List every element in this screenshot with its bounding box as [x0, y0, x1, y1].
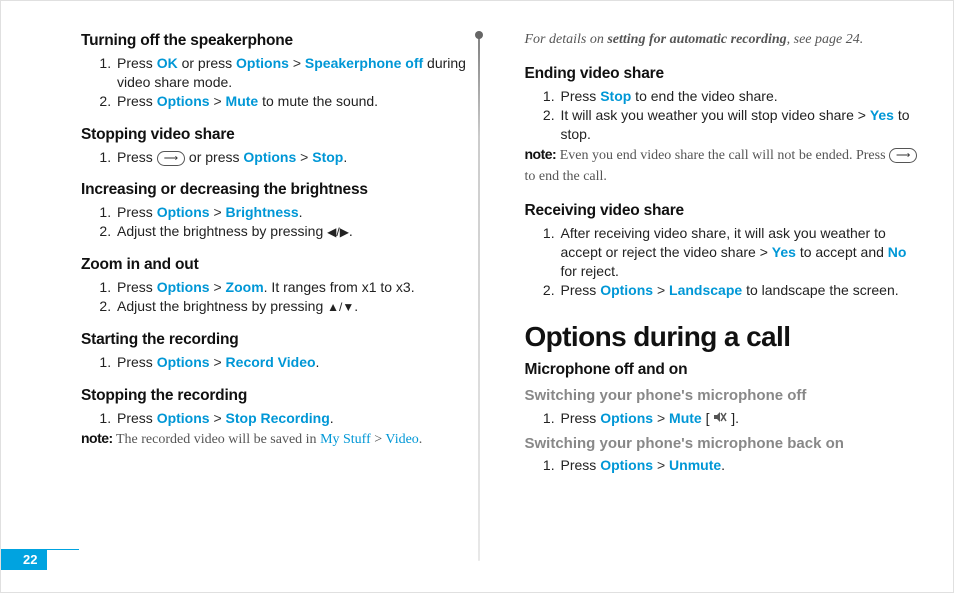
heading-brightness: Increasing or decreasing the brightness — [81, 180, 480, 201]
left-column: Turning off the speakerphone Press OK or… — [81, 31, 480, 477]
left-right-arrows-icon: ◀/▶ — [327, 225, 349, 239]
key-options: Options — [157, 204, 210, 220]
note-label: note: — [525, 146, 557, 162]
step: It will ask you weather you will stop vi… — [559, 106, 924, 144]
key-options: Options — [600, 282, 653, 298]
key-options: Options — [600, 410, 653, 426]
step: Adjust the brightness by pressing ▲/▼. — [115, 297, 480, 316]
key-brightness: Brightness — [226, 204, 299, 220]
note-label: note: — [81, 430, 113, 446]
step: Press Options > Zoom. It ranges from x1 … — [115, 278, 480, 297]
note: note: The recorded video will be saved i… — [81, 429, 480, 450]
column-divider — [478, 31, 480, 561]
step: Press OK or press Options > Speakerphone… — [115, 54, 480, 92]
key-yes: Yes — [772, 244, 796, 260]
end-key-icon: ⟶ — [157, 151, 185, 166]
step: After receiving video share, it will ask… — [559, 224, 924, 281]
key-unmute: Unmute — [669, 457, 721, 473]
key-mute: Mute — [226, 93, 259, 109]
heading-mic-off-on: Microphone off and on — [525, 360, 924, 381]
key-mute: Mute — [669, 410, 702, 426]
key-options: Options — [157, 410, 210, 426]
section-title: Options during a call — [525, 318, 924, 356]
heading-ending-video-share: Ending video share — [525, 64, 924, 85]
key-options: Options — [243, 149, 296, 165]
step: Press Options > Landscape to landscape t… — [559, 281, 924, 300]
cross-ref: For details on setting for automatic rec… — [525, 31, 924, 50]
key-ok: OK — [157, 55, 178, 71]
heading-zoom: Zoom in and out — [81, 255, 480, 276]
heading-stop-video-share: Stopping video share — [81, 125, 480, 146]
key-stop-recording: Stop Recording — [226, 410, 330, 426]
right-column: For details on setting for automatic rec… — [510, 31, 924, 477]
key-no: No — [888, 244, 907, 260]
note: note: Even you end video share the call … — [525, 145, 924, 187]
step: Press Options > Stop Recording. — [115, 409, 480, 428]
step: Press Options > Brightness. — [115, 203, 480, 222]
key-speakerphone-off: Speakerphone off — [305, 55, 423, 71]
step: Press Options > Mute [ ]. — [559, 409, 924, 428]
key-options: Options — [157, 354, 210, 370]
key-stop: Stop — [312, 149, 343, 165]
step: Press Options > Unmute. — [559, 456, 924, 475]
link-video: Video — [385, 432, 418, 447]
subheading-mic-off: Switching your phone's microphone off — [525, 386, 924, 406]
step: Press Options > Record Video. — [115, 353, 480, 372]
heading-start-recording: Starting the recording — [81, 330, 480, 351]
heading-speakerphone-off: Turning off the speakerphone — [81, 31, 480, 52]
mute-icon — [713, 409, 727, 428]
heading-stop-recording: Stopping the recording — [81, 386, 480, 407]
key-options: Options — [157, 93, 210, 109]
key-zoom: Zoom — [226, 279, 264, 295]
key-options: Options — [157, 279, 210, 295]
page-number: 22 — [1, 549, 47, 570]
key-landscape: Landscape — [669, 282, 742, 298]
end-key-icon: ⟶ — [889, 148, 917, 163]
step: Press ⟶ or press Options > Stop. — [115, 148, 480, 167]
key-record-video: Record Video — [226, 354, 316, 370]
step: Adjust the brightness by pressing ◀/▶. — [115, 222, 480, 241]
step: Press Stop to end the video share. — [559, 87, 924, 106]
key-options: Options — [236, 55, 289, 71]
up-down-arrows-icon: ▲/▼ — [327, 300, 354, 314]
subheading-mic-on: Switching your phone's microphone back o… — [525, 434, 924, 454]
step: Press Options > Mute to mute the sound. — [115, 92, 480, 111]
key-stop: Stop — [600, 88, 631, 104]
key-options: Options — [600, 457, 653, 473]
heading-receiving-video-share: Receiving video share — [525, 201, 924, 222]
key-yes: Yes — [870, 107, 894, 123]
link-my-stuff: My Stuff — [320, 432, 371, 447]
